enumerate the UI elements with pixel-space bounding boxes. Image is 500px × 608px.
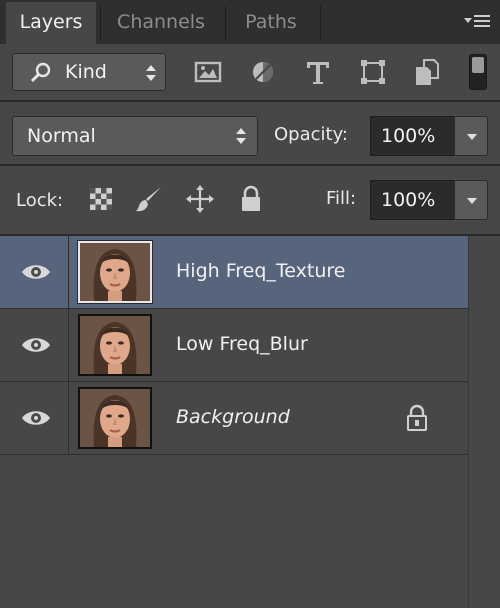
blend-options-row: Normal Opacity: 100% [0,102,500,166]
layer-filter-row: Kind [0,44,500,102]
tab-paths[interactable]: Paths [226,2,316,44]
visibility-eye-icon[interactable] [20,259,52,285]
layer-name[interactable]: Background [176,406,290,428]
lock-options-row: Lock: Fill: 100% [0,166,500,236]
layers-list: High Freq_Texture Low Freq_Blur Backgrou… [0,236,468,608]
fill-label: Fill: [326,188,357,209]
smart-object-filter-icon[interactable] [412,57,442,87]
layer-thumbnail[interactable] [78,314,152,376]
filter-kind-select[interactable]: Kind [12,53,166,91]
tab-divider [320,6,321,40]
layer-name[interactable]: Low Freq_Blur [176,333,308,355]
blend-mode-select[interactable]: Normal [12,116,258,156]
lock-all-icon[interactable] [236,184,266,214]
tab-channels[interactable]: Channels [101,2,221,44]
fill-dropdown-button[interactable] [454,180,488,220]
visibility-eye-icon[interactable] [20,332,52,358]
filter-kind-label: Kind [65,61,107,83]
layer-thumbnail[interactable] [77,240,153,304]
adjustment-filter-icon[interactable] [248,57,278,87]
pixel-filter-icon[interactable] [193,57,223,87]
layers-panel: Layers Channels Paths Kind Normal Opacit… [0,0,500,608]
chevron-updown-icon [236,128,246,144]
visibility-column-divider [68,236,69,309]
toggle-knob [472,57,484,73]
search-icon [30,62,51,83]
visibility-eye-icon[interactable] [20,405,52,431]
lock-transparent-pixels-icon[interactable] [86,184,116,214]
layer-lock-icon[interactable] [404,404,430,432]
layer-row[interactable]: Background [0,382,468,455]
panel-tab-bar: Layers Channels Paths [0,0,500,44]
type-filter-icon[interactable] [303,57,333,87]
filter-toggle-switch[interactable] [469,54,487,90]
blend-mode-value: Normal [27,125,96,147]
layer-row[interactable]: High Freq_Texture [0,236,468,309]
layer-row[interactable]: Low Freq_Blur [0,309,468,382]
chevron-updown-icon [146,65,156,81]
lock-position-icon[interactable] [185,184,215,214]
lock-label: Lock: [16,190,64,211]
chevron-down-icon [467,134,477,140]
opacity-field[interactable]: 100% [370,116,460,156]
lock-image-pixels-icon[interactable] [134,184,164,214]
layers-scroll-strip[interactable] [468,236,500,608]
fill-field[interactable]: 100% [370,180,460,220]
layer-name[interactable]: High Freq_Texture [176,260,345,282]
opacity-label: Opacity: [274,124,348,145]
visibility-column-divider [68,309,69,382]
opacity-dropdown-button[interactable] [454,116,488,156]
layer-thumbnail[interactable] [78,387,152,449]
layers-empty-area[interactable] [0,459,468,608]
shape-filter-icon[interactable] [358,57,388,87]
tab-layers[interactable]: Layers [6,2,96,44]
visibility-column-divider [68,382,69,455]
chevron-down-icon [467,198,477,204]
panel-menu-icon[interactable] [464,12,492,32]
